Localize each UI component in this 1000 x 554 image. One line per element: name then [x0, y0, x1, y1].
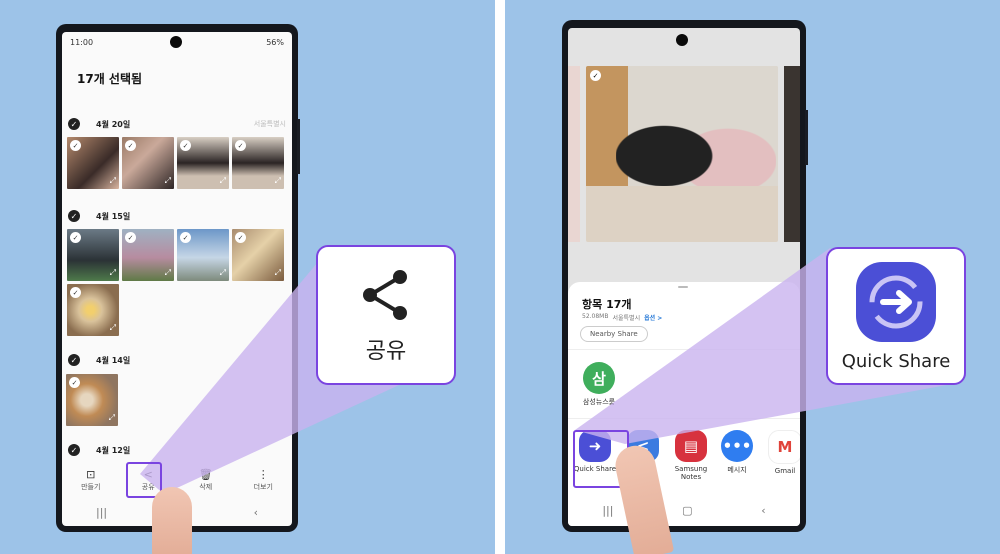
quick-share-callout: Quick Share	[826, 247, 966, 385]
share-callout: 공유	[316, 245, 456, 385]
finger	[152, 487, 192, 554]
quick-share-icon	[856, 261, 936, 342]
right-panel: ✓ 항목 17개 52.08MB 서울특별시 옵션 > Nearby Share…	[505, 0, 1000, 554]
share-icon	[363, 270, 407, 320]
callout-label: 공유	[365, 339, 407, 364]
left-panel: 11:00 56% 17개 선택됨 ✓ 4월 20일 서울특별시 ✓ ⤢ ✓ ⤢ ✓…	[0, 0, 495, 554]
callout-label: Quick Share	[841, 350, 951, 372]
